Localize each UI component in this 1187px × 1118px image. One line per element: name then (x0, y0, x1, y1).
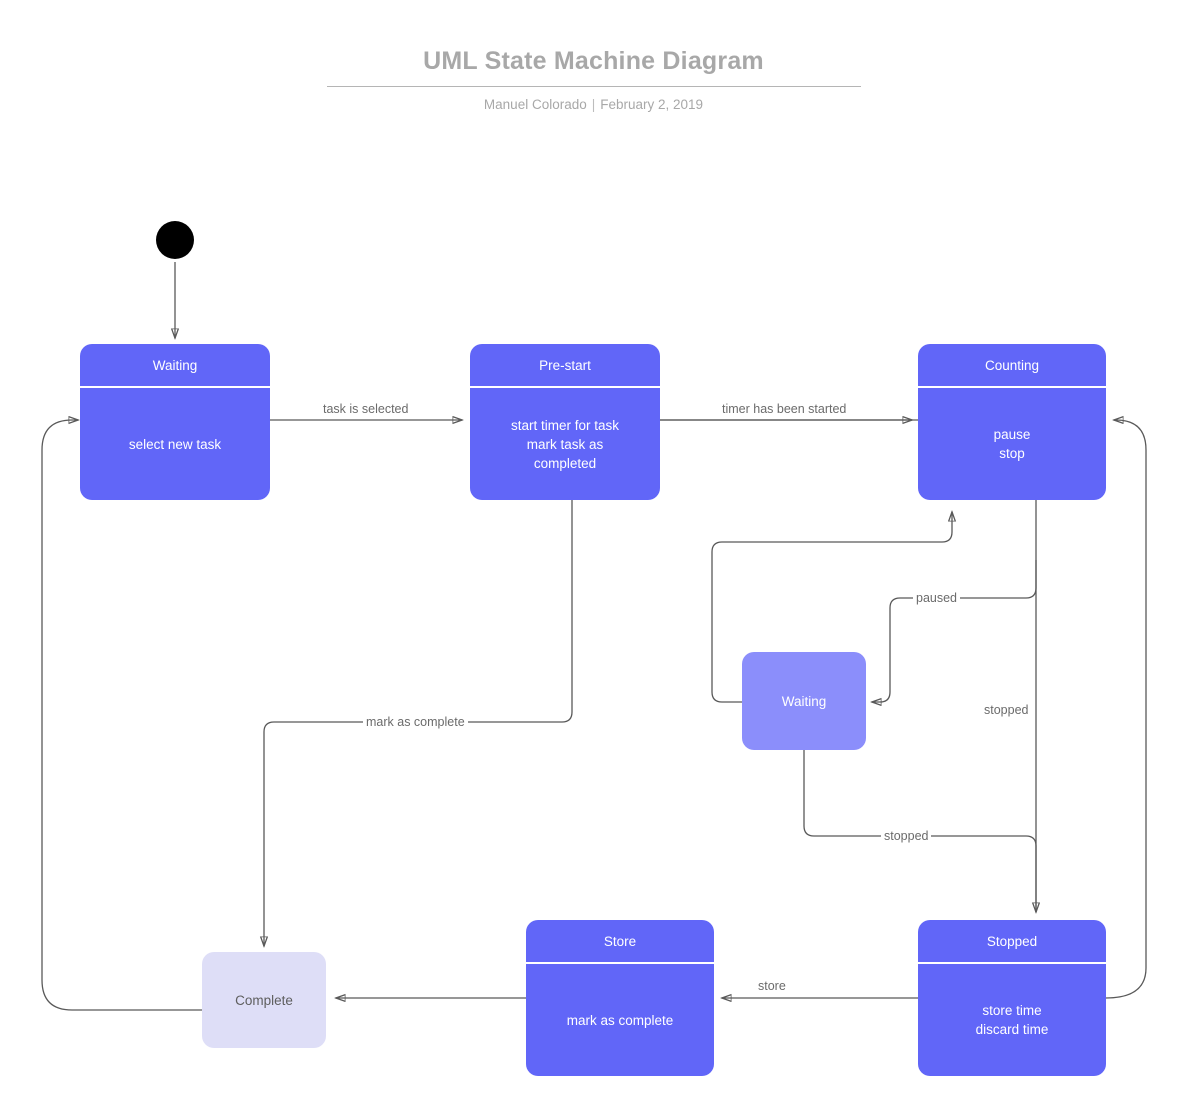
edge-label-stopped-counting: stopped (984, 703, 1029, 717)
page-title: UML State Machine Diagram (423, 47, 764, 75)
edge-counting-to-waiting2 (872, 560, 1037, 702)
state-body-lines-prestart: start timer for task mark task as complete… (510, 417, 620, 471)
edge-label-mark-as-complete: mark as complete (363, 715, 468, 729)
state-node-waiting-inner[interactable]: Waiting (742, 652, 866, 750)
author-name: Manuel Colorado (483, 97, 587, 112)
document-byline: Manuel Colorado | February 2, 2019 (0, 96, 1187, 113)
initial-pseudostate (156, 221, 194, 259)
edge-label-task-is-selected: task is selected (323, 402, 409, 416)
state-node-complete[interactable]: Complete (202, 952, 326, 1048)
edge-stopped-to-counting (1105, 420, 1147, 999)
state-node-waiting[interactable]: Waiting select new task (80, 344, 270, 500)
state-body-store: mark as complete (566, 1012, 674, 1028)
state-title-stopped: Stopped (918, 920, 1106, 964)
state-title-counting: Counting (918, 344, 1106, 388)
edge-complete-to-waiting (41, 420, 202, 1011)
state-title-complete: Complete (235, 992, 293, 1008)
diagram-canvas: UML State Machine Diagram Manuel Colorad… (0, 0, 1187, 1118)
title-divider (326, 86, 861, 87)
state-title-waiting-inner: Waiting (781, 693, 827, 709)
edge-label-store: store (758, 979, 786, 993)
state-node-counting[interactable]: Counting pause stop (918, 344, 1106, 500)
state-body-prestart: start timer for task mark task as complete… (470, 388, 660, 500)
state-body-counting: pause stop (918, 388, 1106, 500)
state-node-store[interactable]: Store mark as complete (526, 920, 714, 1076)
state-body-stopped: store time discard time (918, 964, 1106, 1076)
document-header: UML State Machine Diagram Manuel Colorad… (0, 44, 1187, 113)
document-date: February 2, 2019 (600, 97, 704, 112)
byline-separator: | (591, 97, 596, 112)
state-body-lines-counting: pause stop (993, 427, 1031, 461)
edge-label-timer-has-been-started: timer has been started (722, 402, 847, 416)
edge-label-stopped-waiting2: stopped (881, 829, 932, 843)
edge-label-paused: paused (913, 591, 961, 605)
state-node-stopped[interactable]: Stopped store time discard time (918, 920, 1106, 1076)
state-title-waiting: Waiting (80, 344, 270, 388)
state-title-store: Store (526, 920, 714, 964)
state-body-waiting: select new task (128, 436, 222, 452)
state-node-prestart[interactable]: Pre-start start timer for task mark task … (470, 344, 660, 500)
state-title-prestart: Pre-start (470, 344, 660, 388)
state-body-lines-stopped: store time discard time (975, 1003, 1049, 1037)
